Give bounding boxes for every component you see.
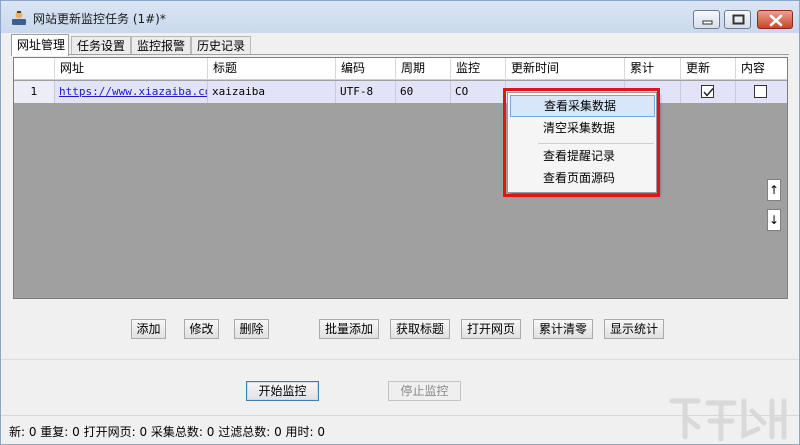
status-text: 新: 0 重复: 0 打开网页: 0 采集总数: 0 过滤总数: 0 用时: 0 xyxy=(9,425,326,439)
watermark-logo xyxy=(669,398,787,442)
tab-panel-border xyxy=(11,54,789,55)
batch-add-button[interactable]: 批量添加 xyxy=(319,319,379,339)
close-icon xyxy=(769,14,783,27)
row-url-cell: https://www.xiazaiba.com xyxy=(55,81,208,103)
row-encoding: UTF-8 xyxy=(336,81,396,103)
row-update-cell xyxy=(681,81,736,103)
open-page-button[interactable]: 打开网页 xyxy=(461,319,521,339)
close-button[interactable] xyxy=(757,10,793,29)
content-checkbox[interactable] xyxy=(754,85,767,98)
header-encoding[interactable]: 编码 xyxy=(336,58,396,80)
tab-url-management[interactable]: 网址管理 xyxy=(11,34,69,56)
show-stats-button[interactable]: 显示统计 xyxy=(604,319,664,339)
add-button[interactable]: 添加 xyxy=(131,319,166,339)
header-update-time[interactable]: 更新时间 xyxy=(506,58,625,80)
tab-monitor-alarm[interactable]: 监控报警 xyxy=(131,36,191,55)
tab-history[interactable]: 历史记录 xyxy=(191,36,251,55)
monitor-app-icon xyxy=(12,11,26,25)
start-monitor-button[interactable]: 开始监控 xyxy=(246,381,319,401)
tab-task-settings[interactable]: 任务设置 xyxy=(71,36,131,55)
header-rownum xyxy=(14,58,55,80)
row-index: 1 xyxy=(14,81,55,103)
update-checkbox[interactable] xyxy=(701,85,714,98)
header-update[interactable]: 更新 xyxy=(681,58,736,80)
edit-button[interactable]: 修改 xyxy=(184,319,219,339)
window-title: 网站更新监控任务 (1#)* xyxy=(33,12,166,26)
row-period: 60 xyxy=(396,81,451,103)
header-url[interactable]: 网址 xyxy=(55,58,208,80)
maximize-button[interactable] xyxy=(724,10,751,29)
main-window: 网站更新监控任务 (1#)* 网址管理 任务设置 监控报警 历史记录 网址 标题… xyxy=(0,0,800,445)
minimize-icon xyxy=(702,20,713,25)
row-url-link[interactable]: https://www.xiazaiba.com xyxy=(59,85,207,98)
panel-separator xyxy=(1,359,799,360)
annotation-highlight-box xyxy=(503,88,660,197)
row-title: xaizaiba xyxy=(208,81,336,103)
delete-button[interactable]: 删除 xyxy=(234,319,269,339)
move-up-button[interactable]: ↑ xyxy=(767,179,781,201)
grid-header: 网址 标题 编码 周期 监控 更新时间 累计 更新 内容 xyxy=(14,58,787,80)
header-title[interactable]: 标题 xyxy=(208,58,336,80)
row-monitor: CO xyxy=(451,81,506,103)
reset-total-button[interactable]: 累计清零 xyxy=(533,319,593,339)
stop-monitor-button[interactable]: 停止监控 xyxy=(388,381,461,401)
maximize-icon xyxy=(732,14,745,25)
get-title-button[interactable]: 获取标题 xyxy=(390,319,450,339)
move-down-button[interactable]: ↓ xyxy=(767,209,781,231)
header-total[interactable]: 累计 xyxy=(625,58,681,80)
table-row[interactable]: 1 https://www.xiazaiba.com xaizaiba UTF-… xyxy=(14,81,787,103)
header-monitor[interactable]: 监控 xyxy=(451,58,506,80)
header-content[interactable]: 内容 xyxy=(736,58,787,80)
header-period[interactable]: 周期 xyxy=(396,58,451,80)
title-bar: 网站更新监控任务 (1#)* xyxy=(1,1,799,33)
url-grid[interactable]: 网址 标题 编码 周期 监控 更新时间 累计 更新 内容 1 https://w… xyxy=(13,57,788,299)
row-content-cell xyxy=(736,81,787,103)
minimize-button[interactable] xyxy=(693,10,720,29)
